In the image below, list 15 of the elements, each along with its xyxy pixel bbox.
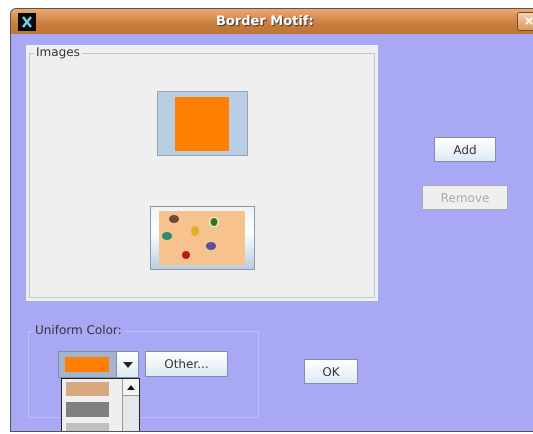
ok-button[interactable]: OK [304, 359, 358, 384]
scroll-up-button[interactable] [123, 379, 139, 396]
side-button[interactable]: Add [434, 137, 496, 162]
scroll-bar[interactable] [122, 379, 139, 431]
other-button[interactable]: Other... [145, 351, 228, 377]
window-title: Border Motif: [216, 14, 314, 29]
color-combo-box[interactable] [58, 351, 139, 378]
dropdown-arrow-icon [122, 362, 132, 368]
image-item[interactable] [150, 206, 254, 270]
app-icon [18, 12, 36, 30]
group-label: Uniform Color: [33, 323, 124, 337]
color-option[interactable] [66, 382, 109, 396]
group-label: Images [34, 45, 82, 59]
color-option[interactable] [66, 402, 109, 417]
scroll-up-arrow-icon [127, 384, 135, 390]
